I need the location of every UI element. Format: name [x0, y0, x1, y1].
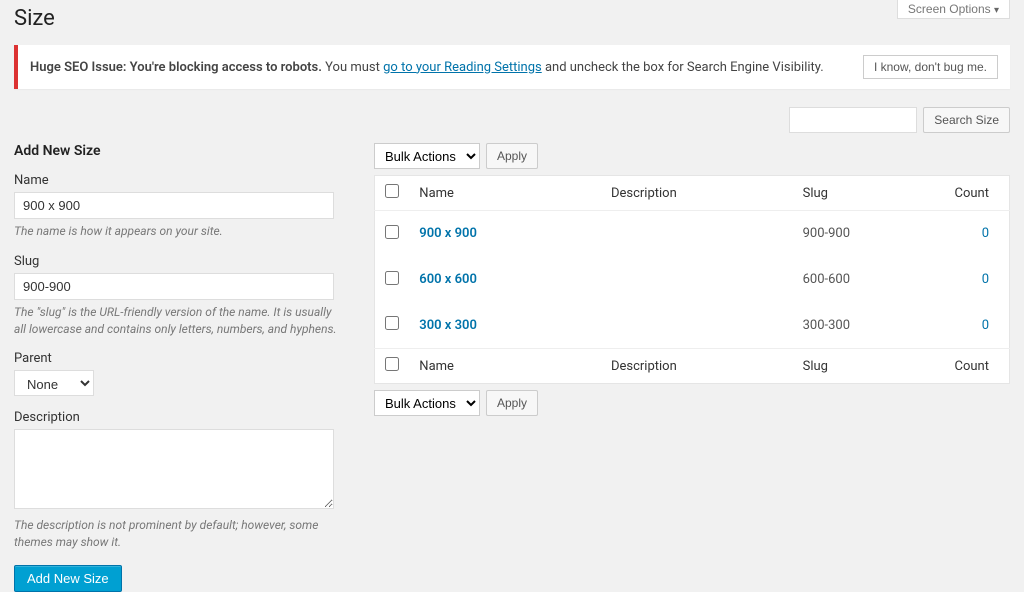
select-all-top[interactable] [385, 184, 399, 198]
col-name-footer[interactable]: Name [409, 349, 601, 384]
row-name-link[interactable]: 300 x 300 [419, 318, 477, 333]
row-checkbox[interactable] [385, 316, 399, 330]
row-slug: 600-600 [793, 257, 944, 303]
table-row: 900 x 900 900-900 0 [375, 211, 1010, 257]
notice-text: Huge SEO Issue: You're blocking access t… [30, 60, 824, 75]
add-new-heading: Add New Size [14, 143, 354, 159]
col-slug-header[interactable]: Slug [793, 176, 944, 211]
screen-options-button[interactable]: Screen Options [897, 0, 1010, 19]
row-slug: 900-900 [793, 211, 944, 257]
slug-field[interactable] [14, 273, 334, 300]
screen-options-label: Screen Options [908, 2, 991, 16]
col-name-header[interactable]: Name [409, 176, 601, 211]
table-row: 600 x 600 600-600 0 [375, 257, 1010, 303]
row-count-link[interactable]: 0 [982, 226, 989, 241]
parent-label: Parent [14, 351, 354, 366]
slug-desc: The "slug" is the URL-friendly version o… [14, 304, 344, 338]
description-desc: The description is not prominent by defa… [14, 517, 344, 551]
row-checkbox[interactable] [385, 225, 399, 239]
notice-before-link: You must [322, 60, 383, 75]
dismiss-notice-button[interactable]: I know, don't bug me. [863, 55, 998, 79]
col-count-header[interactable]: Count [944, 176, 1010, 211]
row-checkbox[interactable] [385, 271, 399, 285]
row-count-link[interactable]: 0 [982, 272, 989, 287]
col-slug-footer[interactable]: Slug [793, 349, 944, 384]
apply-bottom-button[interactable]: Apply [486, 390, 538, 416]
row-slug: 300-300 [793, 303, 944, 349]
size-table: Name Description Slug Count 900 x 900 90… [374, 175, 1010, 384]
notice-strong: Huge SEO Issue: You're blocking access t… [30, 60, 322, 75]
bulk-actions-top[interactable]: Bulk Actions [374, 143, 480, 169]
parent-select[interactable]: None [14, 370, 94, 396]
name-field[interactable] [14, 192, 334, 219]
col-description-footer[interactable]: Description [601, 349, 793, 384]
seo-notice: Huge SEO Issue: You're blocking access t… [14, 45, 1010, 89]
col-count-footer[interactable]: Count [944, 349, 1010, 384]
row-count-link[interactable]: 0 [982, 318, 989, 333]
description-field[interactable] [14, 429, 334, 509]
row-name-link[interactable]: 600 x 600 [419, 272, 477, 287]
select-all-bottom[interactable] [385, 357, 399, 371]
row-name-link[interactable]: 900 x 900 [419, 226, 477, 241]
table-row: 300 x 300 300-300 0 [375, 303, 1010, 349]
name-label: Name [14, 173, 354, 188]
row-description [601, 257, 793, 303]
add-new-size-button[interactable]: Add New Size [14, 565, 122, 592]
bulk-actions-bottom[interactable]: Bulk Actions [374, 390, 480, 416]
notice-after-link: and uncheck the box for Search Engine Vi… [542, 60, 824, 75]
col-description-header[interactable]: Description [601, 176, 793, 211]
apply-top-button[interactable]: Apply [486, 143, 538, 169]
reading-settings-link[interactable]: go to your Reading Settings [383, 60, 542, 75]
name-desc: The name is how it appears on your site. [14, 223, 344, 240]
search-button[interactable]: Search Size [923, 107, 1010, 133]
row-description [601, 211, 793, 257]
description-label: Description [14, 410, 354, 425]
row-description [601, 303, 793, 349]
slug-label: Slug [14, 254, 354, 269]
search-input[interactable] [789, 107, 917, 133]
page-title: Size [14, 0, 55, 41]
